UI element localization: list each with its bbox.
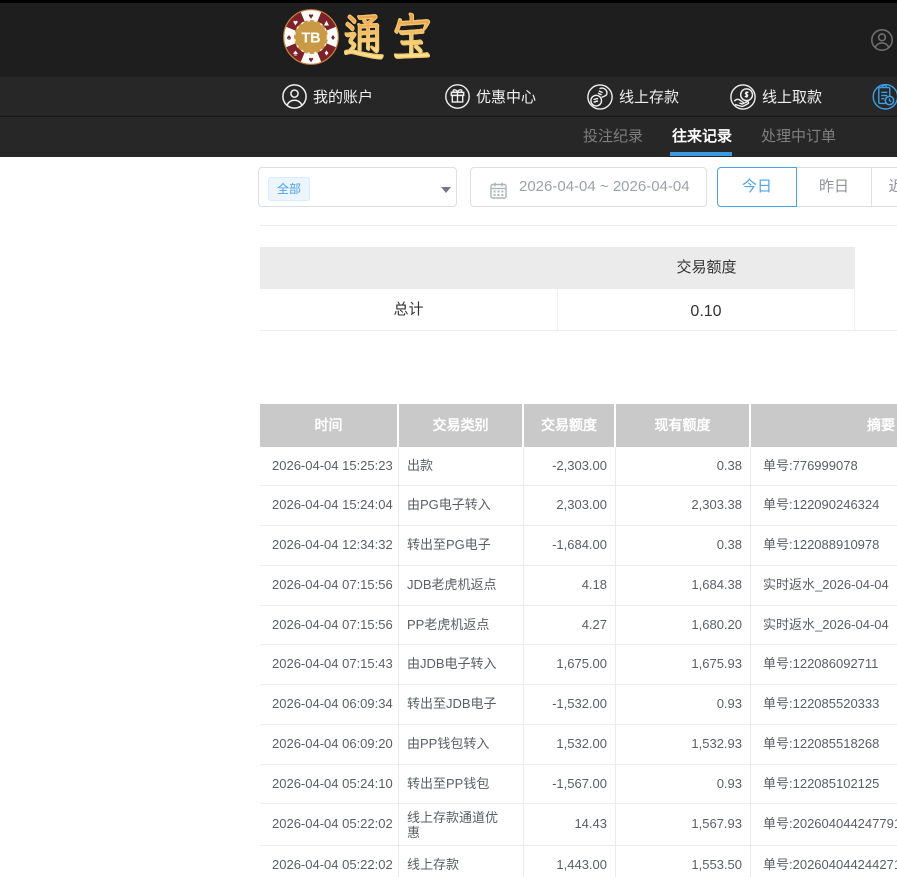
svg-text:♠: ♠: [287, 32, 292, 42]
svg-text:♥: ♥: [293, 18, 298, 28]
svg-text:♦: ♦: [324, 48, 329, 58]
svg-text:♦: ♦: [331, 32, 336, 42]
svg-text:TB: TB: [301, 31, 320, 47]
svg-text:♥: ♥: [308, 11, 313, 21]
svg-text:♥: ♥: [308, 55, 313, 65]
svg-text:♠: ♠: [293, 48, 298, 58]
